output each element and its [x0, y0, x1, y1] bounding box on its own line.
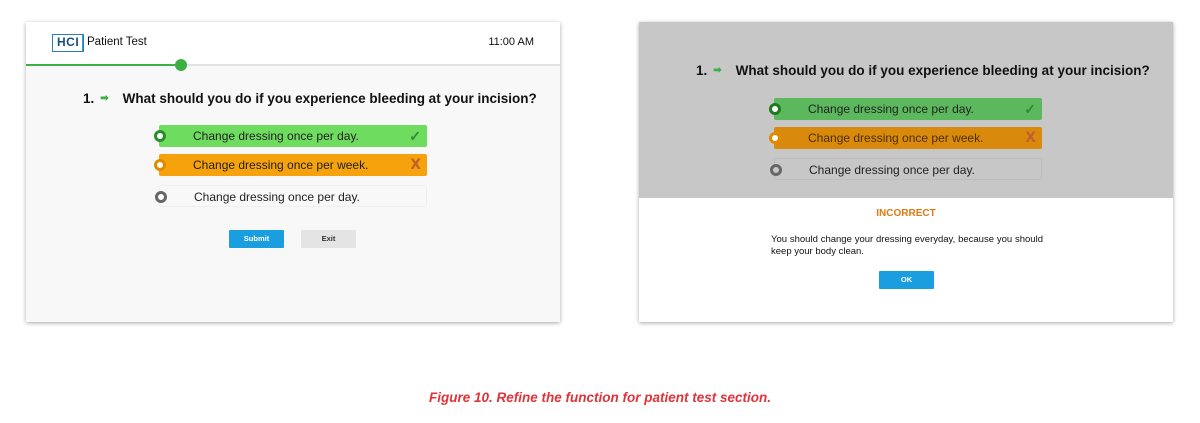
patient-test-screen: HCI Patient Test 11:00 AM 1. ➡ What shou…	[26, 22, 560, 322]
answer-option-label: Change dressing once per week.	[808, 131, 984, 145]
clock: 11:00 AM	[488, 36, 534, 48]
answer-option-label: Change dressing once per day.	[194, 190, 360, 204]
feedback-dialog: INCORRECT You should change your dressin…	[639, 198, 1173, 322]
radio-icon	[769, 132, 781, 144]
dialog-title: INCORRECT	[876, 208, 936, 219]
answer-option-label: Change dressing once per day.	[193, 129, 359, 143]
progress-bar	[26, 59, 560, 71]
answer-option-label: Change dressing once per week.	[193, 158, 369, 172]
question: 1. ➡ What should you do if you experienc…	[83, 91, 537, 106]
radio-icon[interactable]	[154, 130, 166, 142]
header-divider	[82, 35, 83, 51]
radio-icon	[769, 103, 781, 115]
question-text: What should you do if you experience ble…	[122, 91, 537, 106]
dialog-message: You should change your dressing everyday…	[771, 234, 1043, 257]
ok-button[interactable]: OK	[879, 271, 934, 289]
right-arrow-icon: ➡	[100, 93, 109, 104]
checkmark-icon: ✓	[409, 128, 421, 144]
app-header: HCI Patient Test 11:00 AM	[26, 22, 560, 64]
radio-icon[interactable]	[155, 191, 167, 203]
feedback-screen: 1. ➡ What should you do if you experienc…	[639, 22, 1173, 322]
progress-fill	[26, 64, 181, 66]
right-arrow-icon: ➡	[713, 65, 722, 76]
app-title: Patient Test	[87, 36, 147, 48]
question-number: 1.	[83, 91, 95, 106]
answer-option-1: Change dressing once per day. ✓	[769, 98, 1042, 120]
figure-caption: Figure 10. Refine the function for patie…	[428, 390, 772, 405]
question-number: 1.	[696, 63, 708, 78]
answer-option-1[interactable]: Change dressing once per day. ✓	[154, 125, 427, 147]
answer-option-2[interactable]: Change dressing once per week. X	[154, 154, 427, 176]
question-text: What should you do if you experience ble…	[735, 63, 1150, 78]
question: 1. ➡ What should you do if you experienc…	[696, 63, 1150, 78]
answer-option-3[interactable]: Change dressing once per day.	[155, 185, 427, 207]
radio-icon[interactable]	[154, 159, 166, 171]
progress-knob	[174, 59, 187, 71]
radio-icon	[770, 164, 782, 176]
answer-option-label: Change dressing once per day.	[808, 102, 974, 116]
checkmark-icon: ✓	[1024, 101, 1036, 117]
submit-button[interactable]: Submit	[229, 230, 284, 248]
answer-option-label: Change dressing once per day.	[809, 163, 975, 177]
hci-logo: HCI	[52, 34, 85, 52]
x-mark-icon: X	[1025, 130, 1036, 146]
dimmed-overlay: 1. ➡ What should you do if you experienc…	[639, 22, 1173, 198]
answer-option-3: Change dressing once per day.	[770, 158, 1042, 180]
x-mark-icon: X	[410, 157, 421, 173]
exit-button[interactable]: Exit	[301, 230, 356, 248]
answer-option-2: Change dressing once per week. X	[769, 127, 1042, 149]
